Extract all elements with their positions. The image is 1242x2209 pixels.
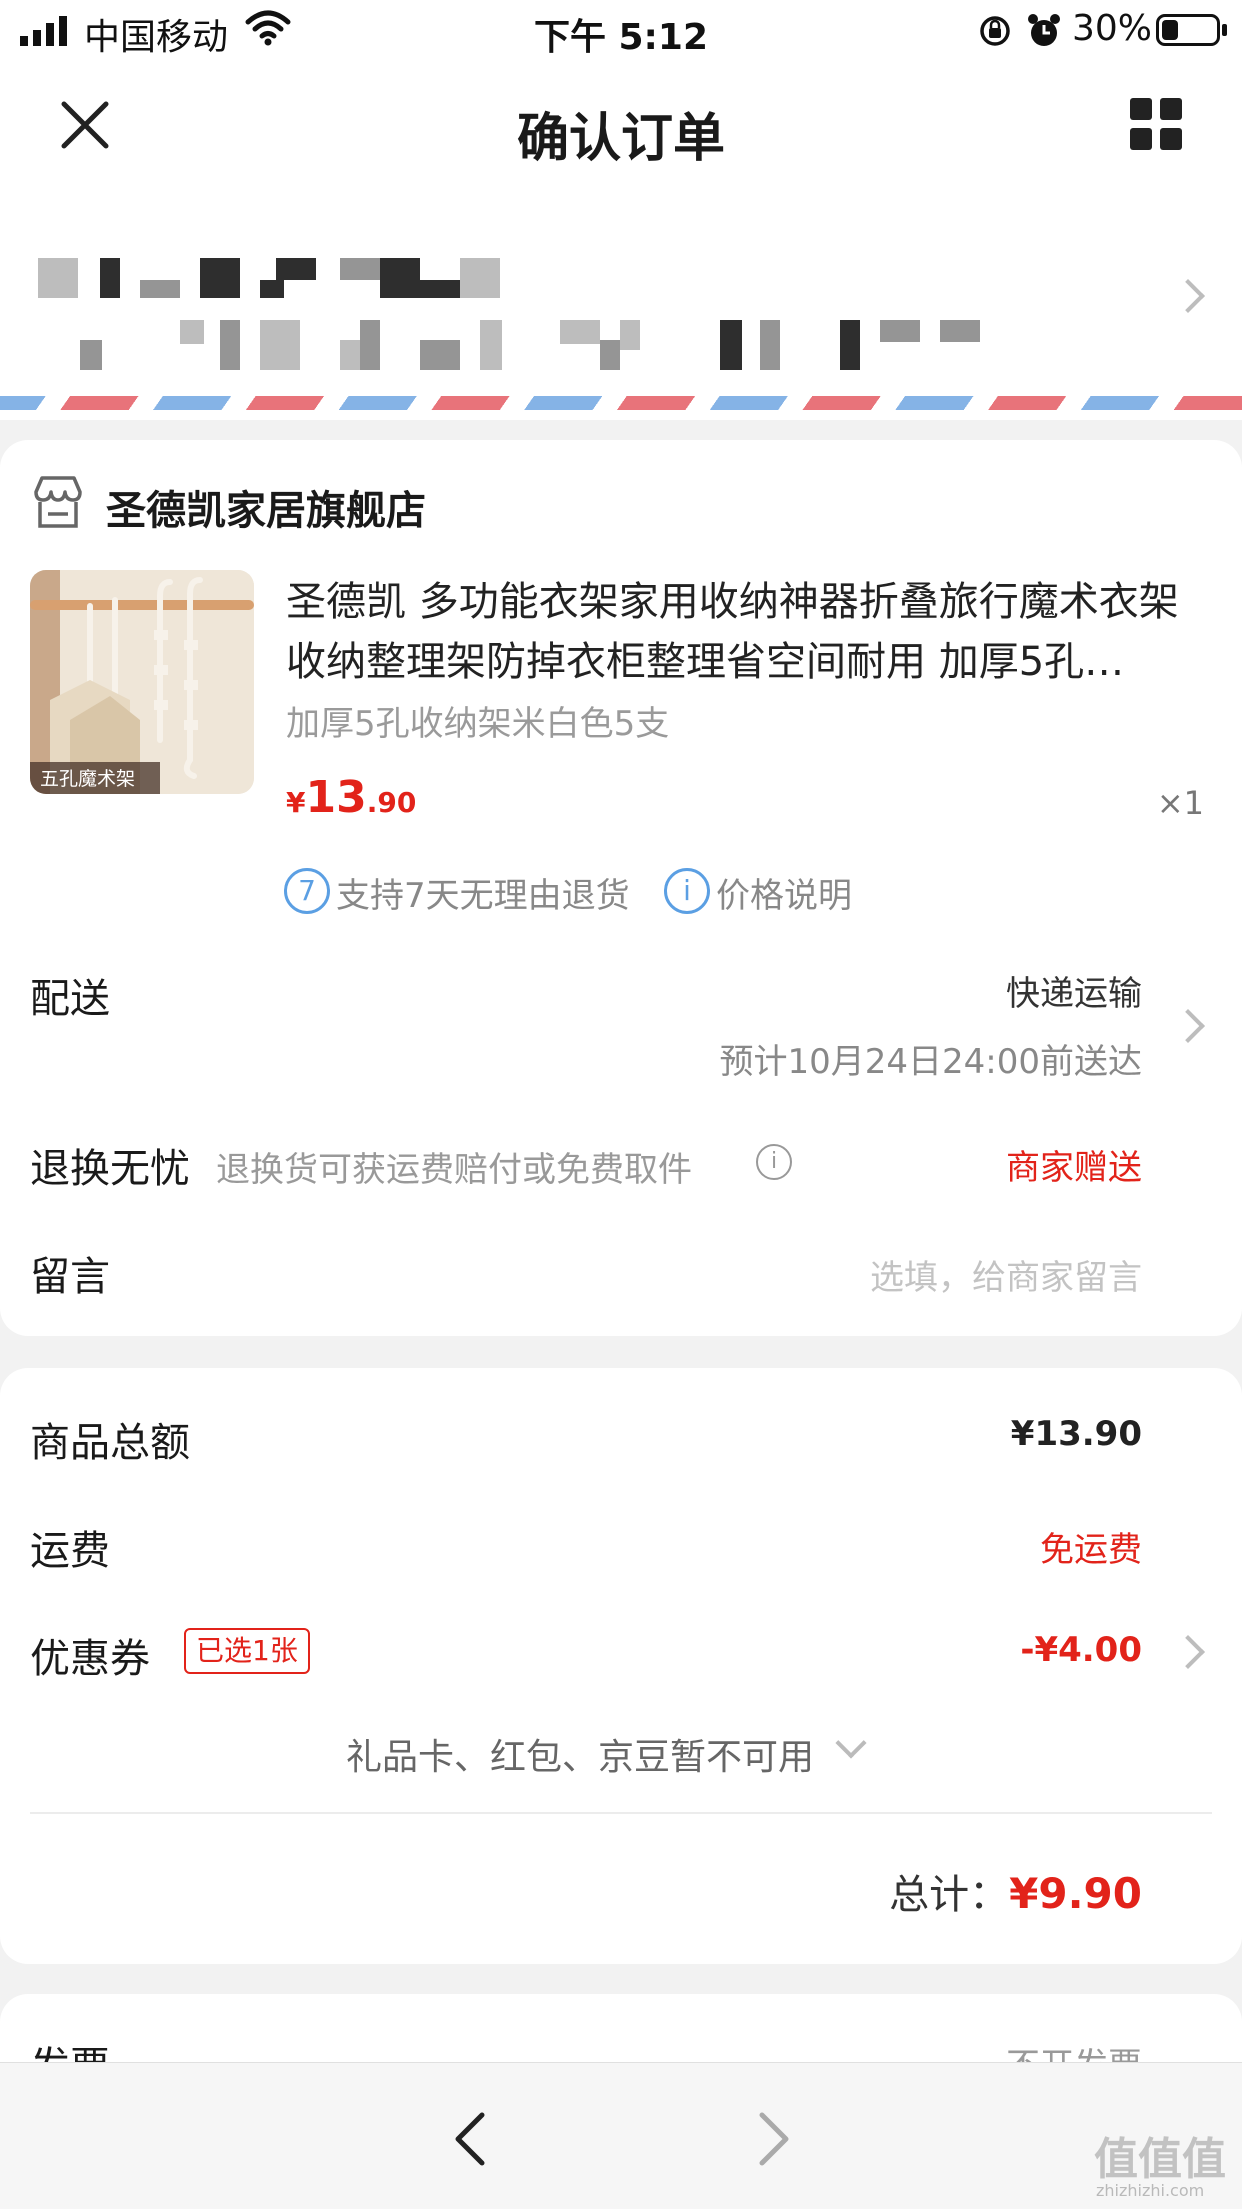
alarm-icon [1028, 14, 1060, 46]
address-divider-stripe [0, 396, 1242, 410]
unavailable-note[interactable]: 礼品卡、红包、京豆暂不可用 [0, 1728, 1160, 1780]
service-price-note[interactable]: 价格说明 [716, 868, 852, 917]
unavailable-text: 礼品卡、红包、京豆暂不可用 [345, 1737, 814, 1778]
shop-name[interactable]: 圣德凯家居旗舰店 [106, 478, 426, 536]
battery-tip [1222, 24, 1227, 36]
product-title[interactable]: 圣德凯 多功能衣架家用收纳神器折叠旅行魔术衣架收纳整理架防掉衣柜整理省空间耐用 … [286, 572, 1216, 692]
returns-info-icon[interactable]: i [756, 1144, 792, 1180]
goods-total-value: ¥13.90 [1010, 1414, 1142, 1454]
product-image-label: 五孔魔术架 [40, 768, 135, 790]
return-days-icon: 7 [284, 868, 330, 914]
total-value: ¥9.90 [1009, 1869, 1142, 1918]
store-icon [34, 476, 82, 528]
page-title: 确认订单 [516, 109, 725, 169]
returns-desc: 退换货可获运费赔付或免费取件 [216, 1150, 692, 1190]
delivery-label: 配送 [30, 976, 110, 1022]
status-bar: 中国移动 下午 5:12 30% [0, 0, 1242, 62]
nav-bar: 确认订单 [0, 62, 1242, 190]
total-label: 总计： [889, 1872, 1010, 1918]
battery-percent: 30% [1072, 8, 1153, 49]
price-int: 13 [305, 772, 367, 823]
returns-label: 退换无忧 [30, 1146, 190, 1192]
product-price: ¥13.90 [286, 772, 416, 823]
returns-value: 商家赠送 [1006, 1148, 1142, 1188]
coupon-badge[interactable]: 已选1张 [184, 1628, 310, 1674]
price-dec: .90 [366, 786, 417, 819]
watermark-logo: 值值值 [1094, 2134, 1226, 2185]
forward-arrow-icon[interactable] [756, 2111, 792, 2167]
product-image[interactable]: 五孔魔术架 [30, 570, 254, 794]
coupon-label: 优惠券 [30, 1636, 150, 1682]
address-section[interactable] [0, 190, 1242, 420]
message-label: 留言 [30, 1254, 110, 1300]
coupon-value[interactable]: -¥4.00 [1020, 1630, 1142, 1670]
order-total: 总计：¥9.90 [889, 1862, 1142, 1920]
delivery-estimate: 预计10月24日24:00前送达 [719, 1042, 1142, 1082]
bottom-nav-bar: 值值值 zhizhizhi.com [0, 2062, 1242, 2209]
hanger-product-illustration: 五孔魔术架 [30, 570, 254, 794]
service-return[interactable]: 支持7天无理由退货 [336, 868, 630, 917]
info-icon: i [664, 868, 710, 914]
back-arrow-icon[interactable] [452, 2111, 488, 2167]
message-input[interactable]: 选填，给商家留言 [870, 1250, 1142, 1299]
shipping-value: 免运费 [1040, 1530, 1142, 1570]
watermark-url: zhizhizhi.com [1096, 2181, 1205, 2200]
product-sku: 加厚5孔收纳架米白色5支 [286, 704, 670, 744]
rotation-lock-icon [980, 16, 1010, 46]
delivery-method[interactable]: 快递运输 [1006, 966, 1142, 1015]
goods-total-label: 商品总额 [30, 1420, 190, 1466]
grid-icon[interactable] [1130, 98, 1182, 150]
price-symbol: ¥ [286, 786, 306, 819]
summary-divider [30, 1812, 1212, 1814]
shipping-label: 运费 [30, 1528, 110, 1574]
product-quantity: ×1 [1156, 784, 1204, 822]
battery-icon [1156, 14, 1220, 46]
